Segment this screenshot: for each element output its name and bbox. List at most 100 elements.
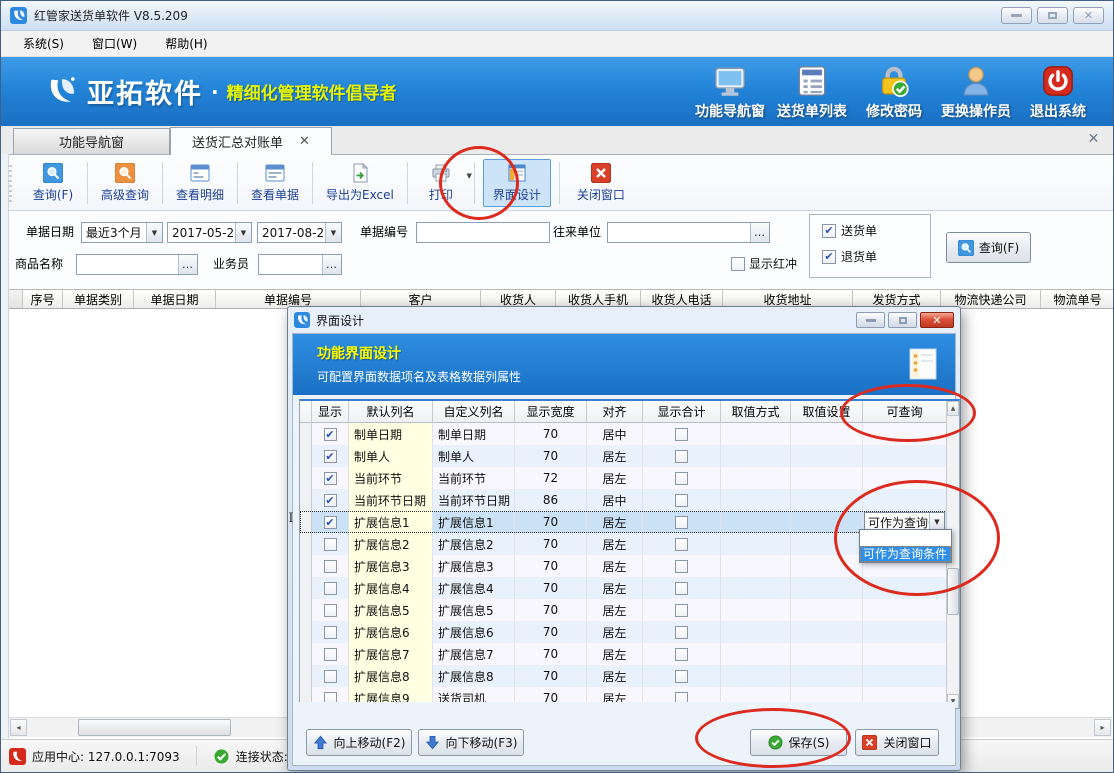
- custom-name-cell[interactable]: 扩展信息5: [433, 599, 515, 621]
- ellipsis-browse-icon[interactable]: …: [750, 223, 769, 242]
- toolbar-button-7[interactable]: 关闭窗口: [568, 159, 634, 207]
- value-setting-cell[interactable]: [791, 445, 863, 467]
- custom-name-cell[interactable]: 制单人: [433, 445, 515, 467]
- value-setting-cell[interactable]: [791, 665, 863, 687]
- default-name-cell[interactable]: 扩展信息7: [349, 643, 433, 665]
- show-red-checkbox[interactable]: 显示红冲: [731, 255, 797, 272]
- visible-checkbox-cell[interactable]: [312, 599, 349, 621]
- dialog-grid-header-cell[interactable]: 显示宽度: [515, 401, 587, 423]
- default-name-cell[interactable]: 扩展信息3: [349, 555, 433, 577]
- default-name-cell[interactable]: 制单人: [349, 445, 433, 467]
- value-mode-cell[interactable]: [721, 599, 791, 621]
- grid-header-cell[interactable]: 单据日期: [134, 289, 216, 309]
- align-cell[interactable]: 居左: [587, 467, 643, 489]
- width-cell[interactable]: 70: [515, 511, 587, 533]
- visible-checkbox[interactable]: [324, 560, 337, 573]
- dialog-grid-header-cell[interactable]: 自定义列名: [433, 401, 515, 423]
- value-mode-cell[interactable]: [721, 533, 791, 555]
- custom-name-cell[interactable]: 扩展信息6: [433, 621, 515, 643]
- delivery-checkbox[interactable]: 送货单: [822, 222, 930, 239]
- product-input[interactable]: …: [76, 254, 198, 275]
- dialog-restore-button[interactable]: [888, 312, 917, 328]
- value-mode-cell[interactable]: [721, 445, 791, 467]
- dialog-grid-header-cell[interactable]: 可查询: [863, 401, 947, 423]
- minimize-button[interactable]: [1001, 7, 1032, 24]
- queryable-cell[interactable]: [863, 489, 947, 511]
- row-handle[interactable]: [300, 445, 312, 467]
- tab-0[interactable]: 功能导航窗: [13, 128, 170, 154]
- dialog-grid-header-cell[interactable]: 显示合计: [643, 401, 721, 423]
- custom-name-cell[interactable]: 当前环节: [433, 467, 515, 489]
- value-setting-cell[interactable]: [791, 489, 863, 511]
- scrollbar-thumb[interactable]: [947, 568, 959, 615]
- dialog-grid-header-cell[interactable]: 对齐: [587, 401, 643, 423]
- value-setting-cell[interactable]: [791, 555, 863, 577]
- banner-action[interactable]: 退出系统: [1017, 64, 1099, 121]
- dialog-close-button[interactable]: ✕: [920, 312, 954, 328]
- align-cell[interactable]: 居左: [587, 643, 643, 665]
- grid-header-cell[interactable]: 序号: [23, 289, 63, 309]
- grid-header-cell[interactable]: 物流单号: [1041, 289, 1114, 309]
- return-checkbox[interactable]: 退货单: [822, 248, 930, 265]
- show-sum-checkbox[interactable]: [675, 516, 688, 529]
- move-down-button[interactable]: 向下移动(F3): [418, 729, 524, 756]
- chevron-down-icon[interactable]: ▼: [466, 172, 471, 180]
- show-sum-checkbox[interactable]: [675, 494, 688, 507]
- show-sum-cell[interactable]: [643, 621, 721, 643]
- visible-checkbox[interactable]: [324, 538, 337, 551]
- value-mode-cell[interactable]: [721, 423, 791, 445]
- scrollbar-thumb[interactable]: [78, 719, 231, 736]
- visible-checkbox-cell[interactable]: [312, 511, 349, 533]
- show-sum-cell[interactable]: [643, 533, 721, 555]
- queryable-cell[interactable]: [863, 467, 947, 489]
- value-setting-cell[interactable]: [791, 621, 863, 643]
- align-cell[interactable]: 居中: [587, 423, 643, 445]
- show-sum-cell[interactable]: [643, 489, 721, 511]
- queryable-cell[interactable]: [863, 577, 947, 599]
- align-cell[interactable]: 居左: [587, 577, 643, 599]
- show-sum-cell[interactable]: [643, 643, 721, 665]
- visible-checkbox[interactable]: [324, 670, 337, 683]
- tabstrip-close-icon[interactable]: ✕: [1086, 132, 1101, 147]
- visible-checkbox-cell[interactable]: [312, 489, 349, 511]
- row-handle[interactable]: [300, 423, 312, 445]
- width-cell[interactable]: 70: [515, 555, 587, 577]
- default-name-cell[interactable]: 扩展信息6: [349, 621, 433, 643]
- chevron-down-icon[interactable]: ▼: [325, 223, 341, 242]
- default-name-cell[interactable]: 当前环节日期: [349, 489, 433, 511]
- visible-checkbox-cell[interactable]: [312, 665, 349, 687]
- show-sum-checkbox[interactable]: [675, 648, 688, 661]
- toolbar-button-2[interactable]: 查看明细: [171, 159, 229, 207]
- visible-checkbox-cell[interactable]: [312, 445, 349, 467]
- value-setting-cell[interactable]: [791, 533, 863, 555]
- visible-checkbox-cell[interactable]: [312, 423, 349, 445]
- row-handle[interactable]: [300, 599, 312, 621]
- row-handle[interactable]: [300, 511, 312, 533]
- width-cell[interactable]: 86: [515, 489, 587, 511]
- bill-no-input[interactable]: [416, 222, 550, 243]
- toolbar-button-0[interactable]: 查询(F): [27, 159, 79, 207]
- query-button[interactable]: 查询(F): [946, 232, 1031, 263]
- default-name-cell[interactable]: 扩展信息8: [349, 665, 433, 687]
- default-name-cell[interactable]: 当前环节: [349, 467, 433, 489]
- default-name-cell[interactable]: 扩展信息5: [349, 599, 433, 621]
- show-sum-cell[interactable]: [643, 599, 721, 621]
- value-setting-cell[interactable]: [791, 423, 863, 445]
- show-sum-checkbox[interactable]: [675, 626, 688, 639]
- visible-checkbox-cell[interactable]: [312, 555, 349, 577]
- show-sum-checkbox[interactable]: [675, 428, 688, 441]
- toolbar-button-1[interactable]: 高级查询: [96, 159, 154, 207]
- banner-action[interactable]: 送货单列表: [771, 64, 853, 121]
- value-setting-cell[interactable]: [791, 643, 863, 665]
- width-cell[interactable]: 70: [515, 643, 587, 665]
- toolbar-button-6[interactable]: 界面设计: [483, 159, 551, 207]
- ellipsis-browse-icon[interactable]: …: [322, 255, 341, 274]
- dialog-grid-row[interactable]: 扩展信息8扩展信息870居左: [300, 665, 959, 687]
- width-cell[interactable]: 70: [515, 621, 587, 643]
- custom-name-cell[interactable]: 当前环节日期: [433, 489, 515, 511]
- dialog-grid-row[interactable]: 扩展信息4扩展信息470居左: [300, 577, 959, 599]
- show-sum-checkbox[interactable]: [675, 582, 688, 595]
- default-name-cell[interactable]: 扩展信息2: [349, 533, 433, 555]
- row-handle[interactable]: [300, 533, 312, 555]
- visible-checkbox-cell[interactable]: [312, 643, 349, 665]
